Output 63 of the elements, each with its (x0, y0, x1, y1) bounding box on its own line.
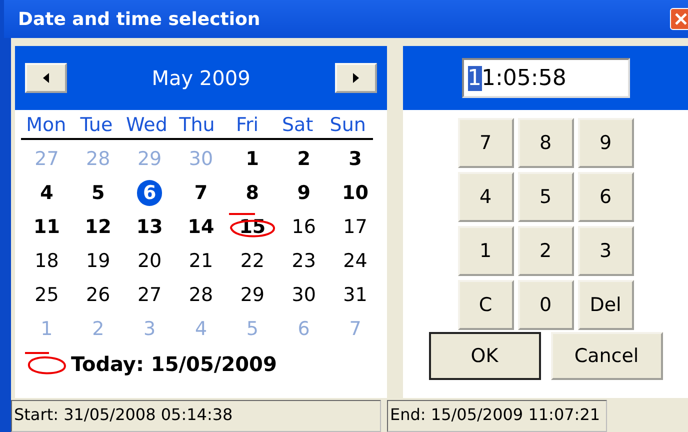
calendar-day[interactable]: 2 (291, 146, 316, 172)
month-title: May 2009 (152, 66, 250, 90)
calendar-day[interactable]: 18 (28, 248, 65, 274)
calendar-day[interactable]: 6 (136, 180, 162, 206)
weekday-label: Wed (124, 114, 168, 138)
close-icon (674, 12, 688, 26)
calendar-day[interactable]: 8 (240, 180, 266, 206)
next-month-button[interactable] (334, 63, 377, 93)
keypad-key[interactable]: 0 (518, 280, 574, 330)
calendar-day[interactable]: 21 (182, 248, 220, 274)
weekday-label: Thu (178, 114, 216, 138)
weekday-label: Fri (234, 114, 260, 138)
calendar-day[interactable]: 1 (240, 146, 266, 172)
keypad-key[interactable]: 4 (458, 172, 514, 222)
calendar-day[interactable]: 19 (80, 248, 116, 274)
calendar-day[interactable]: 10 (336, 180, 374, 206)
calendar-day[interactable]: 31 (337, 282, 374, 308)
keypad-key[interactable]: 1 (458, 226, 514, 276)
calendar-day[interactable]: 20 (131, 248, 168, 274)
keypad-key[interactable]: 2 (518, 226, 574, 276)
calendar-day[interactable]: 11 (27, 214, 66, 240)
calendar-day[interactable]: 23 (286, 248, 322, 274)
weekday-label: Sat (280, 114, 314, 138)
cancel-button[interactable]: Cancel (550, 332, 662, 380)
status-text: End: 15/05/2009 11:07:21 (387, 400, 608, 432)
calendar-day[interactable]: 27 (131, 282, 168, 308)
calendar-day[interactable]: 22 (234, 248, 271, 274)
keypad-key[interactable]: Del (578, 280, 634, 330)
calendar-day[interactable]: 26 (80, 282, 116, 308)
keypad-key[interactable]: 7 (458, 118, 514, 168)
calendar-day[interactable]: 4 (34, 180, 60, 206)
time-field[interactable]: 11:05:58 (462, 58, 630, 98)
calendar-day[interactable]: 16 (286, 214, 322, 240)
keypad-key[interactable]: 3 (578, 226, 634, 276)
calendar-day[interactable]: 3 (342, 146, 368, 172)
close-button[interactable] (670, 8, 688, 30)
ok-button[interactable]: OK (428, 332, 540, 380)
keypad-key[interactable]: 8 (518, 118, 574, 168)
weekday-label: Sun (328, 114, 367, 138)
calendar-day[interactable]: 29 (234, 282, 271, 308)
right-triangle-icon (352, 73, 359, 83)
keypad-key[interactable]: 6 (578, 172, 634, 222)
keypad-key[interactable]: 5 (518, 172, 574, 222)
keypad-key[interactable]: C (458, 280, 514, 330)
previous-month-button[interactable] (25, 63, 67, 93)
calendar-day[interactable]: 24 (337, 248, 374, 274)
calendar-day[interactable]: 7 (188, 180, 214, 206)
calendar-day[interactable]: 17 (337, 214, 374, 240)
weekday-label: Tue (79, 114, 114, 138)
calendar-day[interactable]: 5 (86, 180, 111, 206)
calendar-day[interactable]: 28 (182, 282, 220, 308)
calendar-day[interactable]: 9 (291, 180, 316, 206)
window-title: Date and time selection (18, 8, 260, 30)
calendar-day[interactable]: 25 (28, 282, 65, 308)
left-triangle-icon (43, 73, 49, 83)
weekday-label: Mon (25, 114, 68, 138)
keypad-key[interactable]: 9 (578, 118, 634, 168)
calendar-day[interactable]: 13 (130, 214, 169, 240)
calendar-day[interactable]: 30 (286, 282, 322, 308)
today-label[interactable]: Today: 15/05/2009 (71, 352, 277, 376)
calendar-day[interactable]: 14 (182, 214, 220, 240)
calendar-day[interactable]: 12 (78, 214, 118, 240)
status-text: Start: 31/05/2008 05:14:38 (11, 400, 381, 432)
